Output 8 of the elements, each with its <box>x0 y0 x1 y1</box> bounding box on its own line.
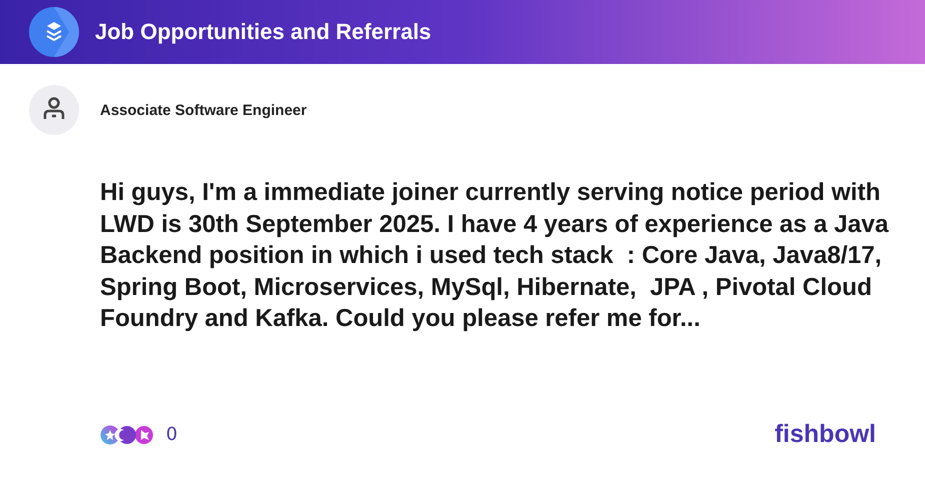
layers-icon <box>29 7 79 57</box>
brand-logo: fishbowl <box>774 420 876 449</box>
page-title: Job Opportunities and Referrals <box>95 19 432 45</box>
user-avatar-icon <box>29 85 79 135</box>
post-text: Hi guys, I'm a immediate joiner currently serving notice period with LWD is 30th September 2025. I have 4 years of experience as a Java Backend position in which i used tech stack : Core Java, Java8/17, Spring Boot, Microservices, MySql, Hibernate, JPA , Pivotal Cloud Foundry and Kafka. Could you please refer me for... <box>100 178 890 334</box>
reactions-icon <box>100 424 154 444</box>
author-title: Associate Software Engineer <box>100 102 307 118</box>
reaction-count: 0 <box>166 424 178 445</box>
